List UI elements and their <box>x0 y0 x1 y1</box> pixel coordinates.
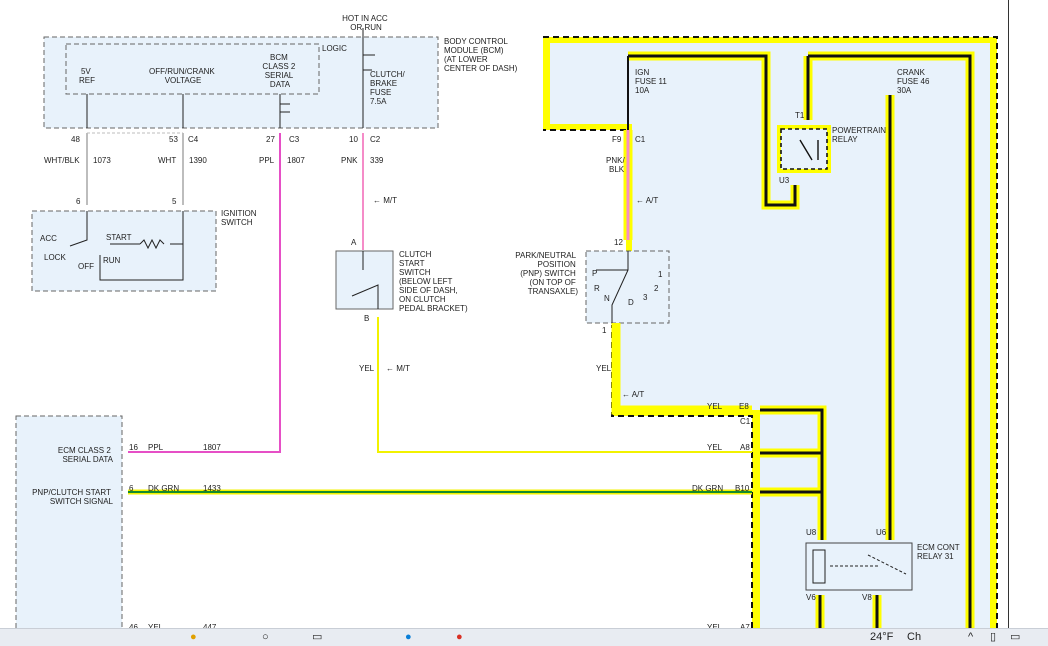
pin-e8: E8 <box>739 402 749 411</box>
marker-mt-2: ← M/T <box>386 364 410 373</box>
pin-10: 10 <box>349 135 358 144</box>
search-icon[interactable]: ○ <box>262 630 269 644</box>
ign-lock: LOCK <box>44 253 66 262</box>
bcm-module-label: BODY CONTROL MODULE (BCM) (AT LOWER CENT… <box>444 37 518 73</box>
pin-1-pnp: 1 <box>602 326 607 335</box>
pin-u6: U6 <box>876 528 887 537</box>
pnp-1: 1 <box>658 270 663 279</box>
pnp-P: P <box>592 269 597 278</box>
pnp-3: 3 <box>643 293 648 302</box>
ign-acc: ACC <box>40 234 57 243</box>
pnp-switch-label: PARK/NEUTRAL POSITION (PNP) SWITCH (ON T… <box>515 251 578 296</box>
marker-mt-1: ← M/T <box>373 196 397 205</box>
pin-t1: T1 <box>795 111 805 120</box>
wire-dk-grn-b10: DK GRN <box>692 484 723 493</box>
pin-b: B <box>364 314 369 323</box>
wire-wht-blk: WHT/BLK <box>44 156 80 165</box>
wire-1807-ecm: 1807 <box>203 443 221 452</box>
wire-1073: 1073 <box>93 156 111 165</box>
wiring-diagram: HOT IN ACC OR RUN BODY CONTROL MODULE (B… <box>15 14 998 628</box>
pin-v8: V8 <box>862 593 872 602</box>
clutch-switch-label: CLUTCH START SWITCH (BELOW LEFT SIDE OF … <box>399 250 468 313</box>
pin-a: A <box>351 238 357 247</box>
pin-c2: C2 <box>370 135 381 144</box>
marker-at-2: ← A/T <box>622 390 644 399</box>
marker-at-1: ← A/T <box>636 196 658 205</box>
pin-5-ign: 5 <box>172 197 177 206</box>
pin-a8: A8 <box>740 443 750 452</box>
pin-27: 27 <box>266 135 275 144</box>
wire-yel-clutch: YEL <box>359 364 375 373</box>
bcm-module: HOT IN ACC OR RUN BODY CONTROL MODULE (B… <box>43 14 518 144</box>
pin-b10: B10 <box>735 484 750 493</box>
taskbar: ● ○ ▭ ● ● 24°F Ch ^ ▯ ▭ <box>0 628 1048 646</box>
clutch-start-switch: A B CLUTCH START SWITCH (BELOW LEFT SIDE… <box>335 238 468 323</box>
wire-1433: 1433 <box>203 484 221 493</box>
bcm-5v-ref-label: 5V REF <box>79 67 95 85</box>
pnp-N: N <box>604 294 610 303</box>
ignition-switch: IGNITION SWITCH 6 5 ACC LOCK OFF START R… <box>31 197 259 292</box>
highlighted-power-circuit <box>543 36 998 628</box>
wire-339: 339 <box>370 156 384 165</box>
bcm-logic-label: LOGIC <box>322 44 347 53</box>
pin-12-pnp: 12 <box>614 238 623 247</box>
wire-pnk: PNK <box>341 156 358 165</box>
wire-wht: WHT <box>158 156 176 165</box>
pin-c3: C3 <box>289 135 300 144</box>
wire-dk-grn: DK GRN <box>148 484 179 493</box>
pin-u3: U3 <box>779 176 790 185</box>
page-edge <box>1008 0 1009 628</box>
ign-off: OFF <box>78 262 94 271</box>
wire-pnk-blk: PNK/ BLK <box>606 156 627 174</box>
pin-c4: C4 <box>188 135 199 144</box>
wire-yel-pnp: YEL <box>596 364 612 373</box>
wire-yel-a8: YEL <box>707 443 723 452</box>
pin-v6: V6 <box>806 593 816 602</box>
pnp-D: D <box>628 298 634 307</box>
wire-yel-e8: YEL <box>707 402 723 411</box>
pin-u8: U8 <box>806 528 817 537</box>
pnp-R: R <box>594 284 600 293</box>
taskbar-news[interactable]: Ch <box>907 630 921 644</box>
files-icon[interactable]: ▭ <box>312 630 322 644</box>
pin-f9: F9 <box>612 135 622 144</box>
ecm-module: ECM CLASS 2 SERIAL DATA PNP/CLUTCH START… <box>15 415 221 628</box>
pin-c1-ecm: C1 <box>740 417 751 426</box>
wire-1390: 1390 <box>189 156 207 165</box>
weather-icon[interactable]: ● <box>190 630 197 644</box>
taskbar-weather[interactable]: 24°F <box>870 630 893 644</box>
tray-chevron-icon[interactable]: ^ <box>968 630 973 644</box>
wire-ppl: PPL <box>259 156 275 165</box>
ign-run: RUN <box>103 256 121 265</box>
bcm-top-label: HOT IN ACC OR RUN <box>342 14 390 32</box>
pin-16-ecm: 16 <box>129 443 138 452</box>
display-icon[interactable]: ▭ <box>1010 630 1020 644</box>
chrome-icon[interactable]: ● <box>456 630 463 644</box>
ignition-switch-label: IGNITION SWITCH <box>221 209 259 227</box>
pin-6-ecm: 6 <box>129 484 134 493</box>
pin-48: 48 <box>71 135 80 144</box>
pnp-2: 2 <box>654 284 659 293</box>
pin-53: 53 <box>169 135 178 144</box>
edge-icon[interactable]: ● <box>405 630 412 644</box>
pin-c1-ign: C1 <box>635 135 646 144</box>
network-icon[interactable]: ▯ <box>990 630 996 644</box>
ign-start: START <box>106 233 132 242</box>
ecm-serial-label: ECM CLASS 2 SERIAL DATA <box>58 446 114 464</box>
pin-6-ign: 6 <box>76 197 81 206</box>
wiring-diagram-viewer: HOT IN ACC OR RUN BODY CONTROL MODULE (B… <box>0 0 1048 628</box>
wire-1807: 1807 <box>287 156 305 165</box>
wire-ppl-ecm: PPL <box>148 443 164 452</box>
